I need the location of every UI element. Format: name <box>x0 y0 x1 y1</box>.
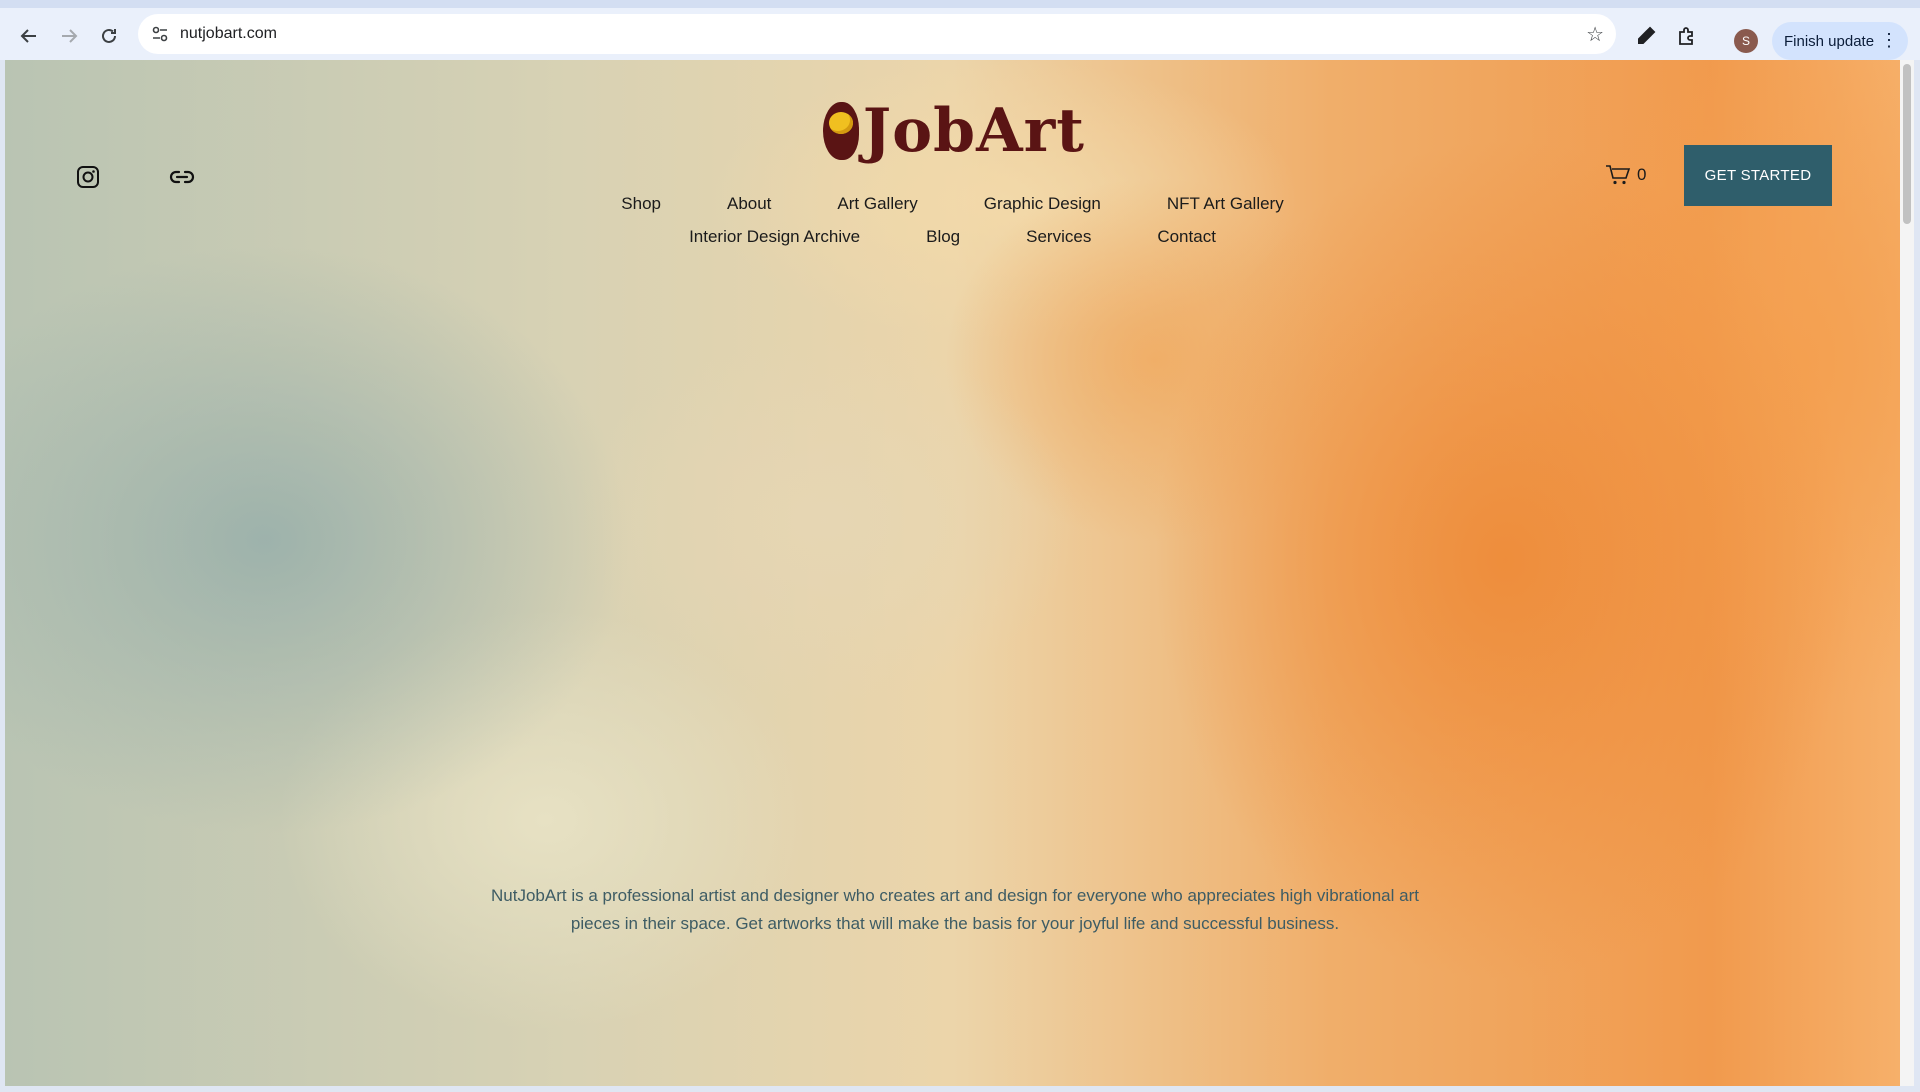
main-nav-row-2: Interior Design Archive Blog Services Co… <box>5 227 1900 247</box>
nav-blog[interactable]: Blog <box>926 227 960 247</box>
cart-button[interactable]: 0 <box>1605 164 1646 186</box>
nav-services[interactable]: Services <box>1026 227 1091 247</box>
extensions-icon[interactable] <box>1672 22 1700 50</box>
nav-interior-design-archive[interactable]: Interior Design Archive <box>689 227 860 247</box>
address-bar[interactable]: nutjobart.com ☆ <box>138 14 1616 54</box>
nav-contact[interactable]: Contact <box>1157 227 1216 247</box>
intro-line-2: pieces in their space. Get artworks that… <box>570 914 1340 933</box>
nav-shop[interactable]: Shop <box>621 194 661 214</box>
url-text[interactable]: nutjobart.com <box>180 25 277 43</box>
cart-icon <box>1606 165 1631 185</box>
browser-toolbar: nutjobart.com ☆ S Finish update ⋮ <box>0 8 1920 60</box>
back-icon[interactable] <box>14 21 44 51</box>
intro-text: NutJobArt is a professional artist and d… <box>445 882 1465 938</box>
site-info-icon[interactable] <box>150 24 172 44</box>
finish-update-button[interactable]: Finish update ⋮ <box>1772 22 1908 60</box>
cart-count: 0 <box>1637 165 1647 184</box>
more-menu-icon[interactable]: ⋮ <box>1880 30 1898 51</box>
tab-strip <box>0 0 1920 8</box>
scrollbar-thumb[interactable] <box>1903 64 1911 224</box>
nav-about[interactable]: About <box>727 194 771 214</box>
site-logo[interactable]: JobArt <box>823 96 1085 166</box>
profile-avatar[interactable]: S <box>1734 29 1758 53</box>
nav-art-gallery[interactable]: Art Gallery <box>837 194 917 214</box>
main-nav-row-1: Shop About Art Gallery Graphic Design NF… <box>5 194 1900 214</box>
reload-icon[interactable] <box>94 21 124 51</box>
nav-graphic-design[interactable]: Graphic Design <box>984 194 1101 214</box>
page-scrollbar[interactable] <box>1900 60 1914 1086</box>
link-icon[interactable] <box>167 162 197 192</box>
logo-text: JobArt <box>862 96 1085 166</box>
finish-update-label: Finish update <box>1784 32 1875 50</box>
nav-nft-art-gallery[interactable]: NFT Art Gallery <box>1167 194 1284 214</box>
page-viewport: JobArt Shop About Art Gallery Graphic De… <box>5 60 1900 1086</box>
instagram-icon[interactable] <box>73 162 103 192</box>
browser-window: nutjobart.com ☆ S Finish update ⋮ JobArt… <box>0 0 1920 1092</box>
eyedropper-icon[interactable] <box>1632 22 1660 50</box>
get-started-button[interactable]: GET STARTED <box>1684 145 1832 206</box>
bookmark-star-icon[interactable]: ☆ <box>1586 22 1604 47</box>
forward-icon[interactable] <box>54 21 84 51</box>
intro-line-1: NutJobArt is a professional artist and d… <box>491 886 1419 905</box>
nut-logo-icon <box>823 102 859 160</box>
